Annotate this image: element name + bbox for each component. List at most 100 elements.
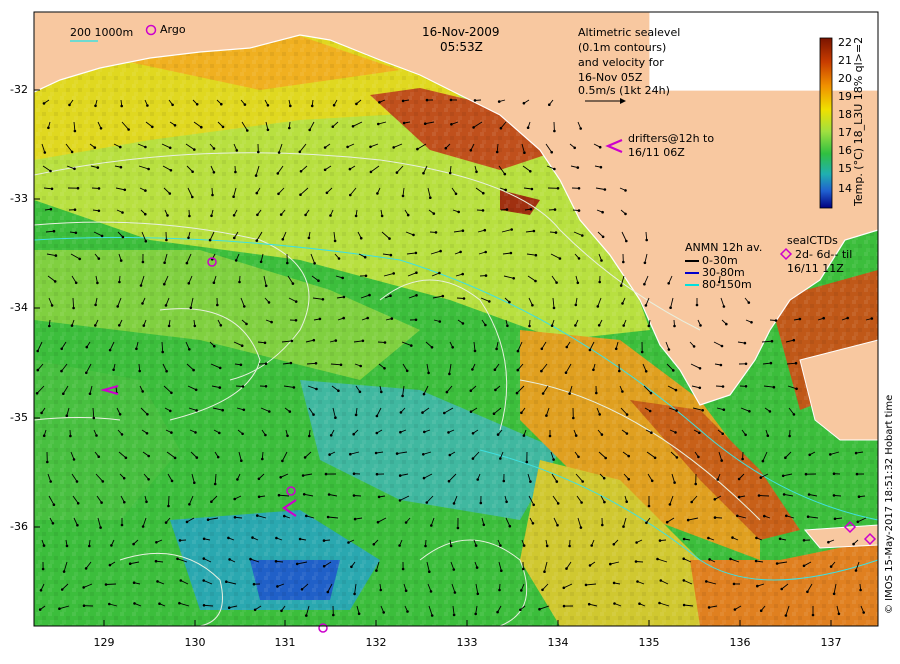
lon-tick: 133 (452, 636, 482, 649)
velocity-arrowhead (497, 433, 500, 436)
velocity-arrowhead (471, 368, 474, 371)
velocity-arrowhead (349, 194, 352, 197)
velocity-arrowhead (169, 192, 172, 195)
velocity-arrowhead (256, 214, 259, 217)
velocity-arrowhead (806, 591, 809, 594)
velocity-arrowhead (526, 461, 529, 464)
velocity-arrowhead (407, 214, 410, 217)
velocity-arrowhead (253, 583, 256, 586)
velocity-arrowhead (74, 130, 77, 133)
velocity-arrowhead (169, 410, 172, 413)
velocity-arrowhead (213, 171, 216, 174)
velocity-arrowhead (210, 215, 213, 218)
velocity-arrowhead (803, 539, 806, 542)
velocity-arrowhead (324, 169, 327, 172)
velocity-arrowhead (649, 410, 652, 413)
velocity-arrowhead (324, 146, 327, 149)
velocity-arrowhead (733, 583, 736, 586)
velocity-arrowhead (532, 504, 535, 507)
velocity-arrowhead (455, 193, 458, 196)
velocity-arrowhead (433, 212, 436, 215)
velocity-arrowhead (600, 259, 603, 262)
velocity-arrowhead (121, 433, 124, 436)
velocity-arrowhead (450, 545, 453, 548)
velocity-arrowhead (482, 192, 485, 195)
velocity-arrowhead (554, 208, 557, 211)
velocity-arrowhead (195, 389, 198, 392)
velocity-arrowhead (531, 304, 534, 307)
velocity-arrowhead (296, 563, 299, 566)
velocity-arrowhead (228, 606, 231, 609)
velocity-arrowhead (795, 388, 798, 391)
velocity-arrowhead (855, 569, 858, 572)
velocity-arrowhead (219, 386, 222, 389)
velocity-arrowhead (305, 614, 308, 617)
velocity-arrowhead (279, 476, 282, 479)
velocity-arrowhead (315, 362, 318, 365)
velocity-arrowhead (69, 435, 72, 438)
velocity-arrowhead (805, 473, 808, 476)
velocity-arrowhead (286, 435, 289, 438)
velocity-arrowhead (289, 105, 292, 108)
contour-legend-label: 200 1000m (70, 26, 133, 39)
velocity-arrowhead (176, 558, 179, 561)
velocity-arrowhead (368, 294, 371, 297)
velocity-arrowhead (495, 348, 498, 351)
velocity-arrowhead (275, 560, 278, 563)
velocity-arrowhead (93, 417, 96, 420)
velocity-arrowhead (132, 543, 135, 546)
velocity-arrowhead (202, 579, 205, 582)
velocity-arrowhead (156, 580, 159, 583)
velocity-arrowhead (192, 369, 195, 372)
velocity-arrowhead (484, 251, 487, 254)
velocity-arrowhead (383, 367, 386, 370)
velocity-arrowhead (94, 324, 97, 327)
velocity-arrow (759, 496, 769, 497)
velocity-arrowhead (475, 544, 478, 547)
velocity-arrowhead (505, 501, 508, 504)
velocity-arrowhead (174, 124, 177, 127)
velocity-arrowhead (871, 317, 874, 320)
velocity-arrowhead (741, 458, 744, 461)
drifters-legend-line: 16/11 06Z (628, 146, 685, 159)
velocity-arrowhead (299, 151, 302, 154)
velocity-arrowhead (439, 250, 442, 253)
velocity-arrowhead (660, 579, 663, 582)
velocity-arrowhead (470, 410, 473, 413)
velocity-arrowhead (179, 539, 182, 542)
velocity-arrowhead (429, 196, 432, 199)
velocity-arrowhead (424, 122, 427, 125)
velocity-arrowhead (556, 524, 559, 527)
velocity-arrowhead (472, 126, 475, 129)
velocity-arrowhead (603, 501, 606, 504)
velocity-arrowhead (641, 351, 644, 354)
velocity-arrowhead (589, 349, 592, 352)
velocity-arrowhead (243, 305, 246, 308)
altimetry-legend-line: 16-Nov 05Z (578, 71, 642, 84)
velocity-arrowhead (762, 460, 765, 463)
map-date: 16-Nov-2009 (422, 25, 500, 39)
velocity-arrowhead (613, 543, 616, 546)
velocity-arrowhead (577, 166, 580, 169)
velocity-arrowhead (423, 431, 426, 434)
velocity-arrowhead (472, 432, 475, 435)
velocity-arrowhead (450, 123, 453, 126)
velocity-arrowhead (656, 558, 659, 561)
velocity-arrowhead (352, 125, 355, 128)
velocity-arrowhead (708, 558, 711, 561)
velocity-arrowhead (44, 151, 47, 154)
velocity-arrowhead (472, 457, 475, 460)
velocity-arrowhead (63, 570, 66, 573)
velocity-arrowhead (716, 478, 719, 481)
velocity-arrowhead (265, 285, 268, 288)
velocity-arrowhead (508, 301, 511, 304)
velocity-arrowhead (529, 170, 532, 173)
velocity-arrowhead (207, 518, 210, 521)
velocity-arrowhead (403, 122, 406, 125)
velocity-arrowhead (228, 558, 231, 561)
velocity-arrowhead (241, 344, 244, 347)
velocity-arrowhead (147, 478, 150, 481)
velocity-arrowhead (448, 480, 451, 483)
velocity-arrowhead (89, 392, 92, 395)
velocity-arrowhead (604, 457, 607, 460)
